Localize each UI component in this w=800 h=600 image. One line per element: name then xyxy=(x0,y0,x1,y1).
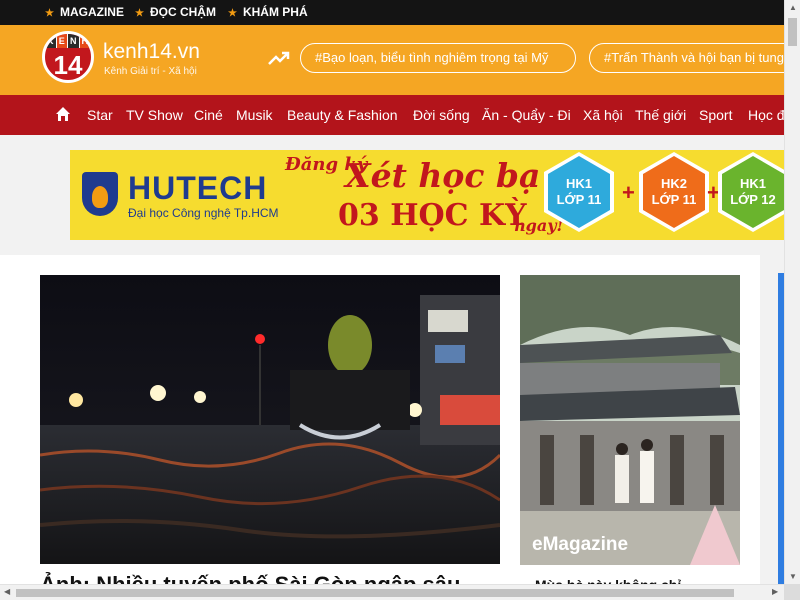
badge-line: HK1 xyxy=(565,176,592,191)
ad-headline-2: 03 HỌC KỲ xyxy=(338,198,527,233)
badge-line: LỚP 11 xyxy=(556,192,602,207)
side-story-image[interactable] xyxy=(520,275,740,565)
vertical-scrollbar[interactable]: ▲ ▼ xyxy=(784,0,800,584)
logo-letter: H xyxy=(79,34,91,48)
home-icon[interactable] xyxy=(55,106,71,122)
star-icon: ★ xyxy=(135,8,144,19)
flood-photo xyxy=(40,275,500,564)
nav-item-cine[interactable]: Ciné xyxy=(194,95,223,135)
site-logo[interactable]: K E N H 14 xyxy=(42,31,94,83)
scroll-left-icon[interactable]: ◀ xyxy=(4,587,10,596)
nav-item-an-quay-di[interactable]: Ăn - Quẩy - Đi xyxy=(482,95,571,135)
ad-brand-subtitle: Đại học Công nghệ Tp.HCM xyxy=(128,206,279,220)
badge-line: HK2 xyxy=(660,176,687,191)
nav-item-xa-hoi[interactable]: Xã hội xyxy=(583,95,623,135)
vertical-scroll-thumb[interactable] xyxy=(788,18,797,46)
badge-line: LỚP 12 xyxy=(730,192,776,207)
topbar-kham-pha-label: KHÁM PHÁ xyxy=(242,5,308,19)
scroll-right-icon[interactable]: ▶ xyxy=(772,587,778,596)
trending-tag[interactable]: #Bạo loạn, biểu tình nghiêm trọng tại Mỹ xyxy=(300,43,576,73)
star-icon: ★ xyxy=(45,8,54,19)
nav-item-doi-song[interactable]: Đời sống xyxy=(413,95,470,135)
main-nav: Star TV Show Ciné Musik Beauty & Fashion… xyxy=(0,95,785,135)
nav-item-star[interactable]: Star xyxy=(87,95,113,135)
nav-item-tv-show[interactable]: TV Show xyxy=(126,95,183,135)
topbar-kham-pha-link[interactable]: ★ KHÁM PHÁ xyxy=(228,0,308,25)
logo-letter: E xyxy=(56,34,68,48)
scrollbar-corner xyxy=(784,584,800,600)
badge-line: HK1 xyxy=(739,176,766,191)
site-header: K E N H 14 kenh14.vn Kênh Giải trí - Xã … xyxy=(0,25,799,95)
nav-item-hoc-duong[interactable]: Học đ xyxy=(748,95,785,135)
nav-item-beauty-fashion[interactable]: Beauty & Fashion xyxy=(287,95,398,135)
horizontal-scroll-thumb[interactable] xyxy=(16,589,734,597)
topbar-doc-cham-link[interactable]: ★ ĐỌC CHẬM xyxy=(135,0,216,25)
top-bar: ★ MAGAZINE ★ ĐỌC CHẬM ★ KHÁM PHÁ xyxy=(0,0,784,25)
nav-item-the-gioi[interactable]: Thế giới xyxy=(635,95,686,135)
logo-kenh-strip: K E N H xyxy=(45,34,91,48)
logo-number: 14 xyxy=(53,50,83,80)
nav-item-musik[interactable]: Musik xyxy=(236,95,273,135)
trending-icon xyxy=(268,51,290,65)
logo-letter: K xyxy=(45,34,57,48)
topbar-doc-cham-label: ĐỌC CHẬM xyxy=(149,5,216,19)
badge-line: LỚP 11 xyxy=(651,192,697,207)
plus-icon: + xyxy=(622,180,635,205)
logo-letter: N xyxy=(68,34,80,48)
hutech-logo-icon xyxy=(82,172,118,216)
trending-tag[interactable]: #Trấn Thành và hội bạn bị tung xyxy=(589,43,799,73)
topbar-magazine-label: MAGAZINE xyxy=(59,5,124,19)
plus-icon: + xyxy=(707,180,720,205)
site-tagline: Kênh Giải trí - Xã hội xyxy=(104,66,197,77)
ad-banner[interactable]: HUTECH Đại học Công nghệ Tp.HCM Đăng ký … xyxy=(70,150,784,240)
star-icon: ★ xyxy=(228,8,237,19)
horizontal-scrollbar[interactable]: ◀ ▶ xyxy=(0,584,784,600)
emagazine-badge: eMagazine xyxy=(532,534,629,555)
topbar-magazine-link[interactable]: ★ MAGAZINE xyxy=(45,0,124,25)
scroll-up-icon[interactable]: ▲ xyxy=(789,3,797,12)
ad-brand: HUTECH xyxy=(128,170,268,206)
ad-headline: Xét học bạ xyxy=(345,156,541,195)
scroll-down-icon[interactable]: ▼ xyxy=(789,572,797,581)
main-story-image[interactable] xyxy=(40,275,500,564)
flame-icon xyxy=(92,186,108,208)
nav-item-sport[interactable]: Sport xyxy=(699,95,732,135)
site-name[interactable]: kenh14.vn xyxy=(103,40,200,64)
resort-photo xyxy=(520,275,740,565)
